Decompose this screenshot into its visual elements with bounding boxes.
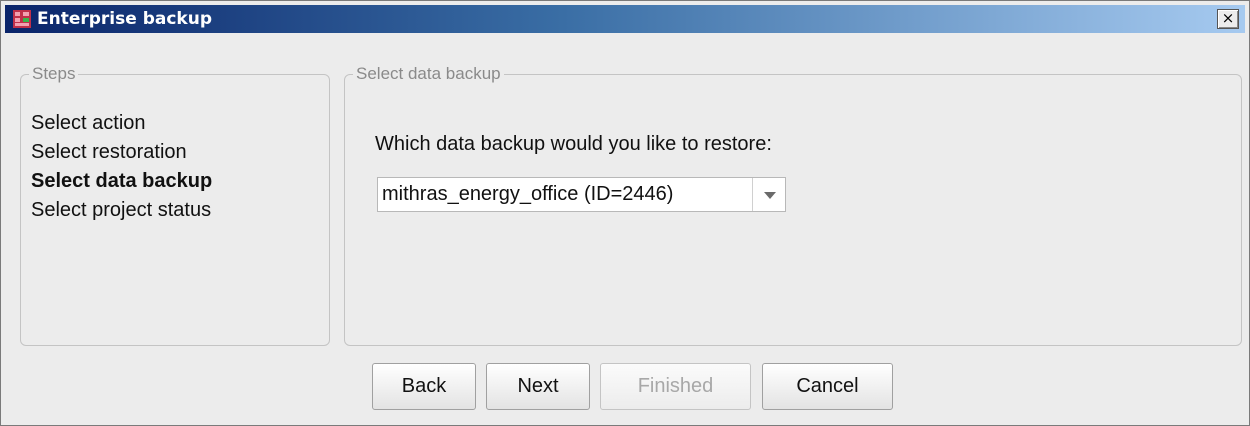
select-data-backup-panel: Select data backup Which data backup wou… bbox=[344, 64, 1242, 346]
cancel-button[interactable]: Cancel bbox=[762, 363, 893, 410]
title-bar[interactable]: Enterprise backup × bbox=[5, 5, 1245, 33]
back-button[interactable]: Back bbox=[372, 363, 476, 410]
step-select-data-backup: Select data backup bbox=[31, 170, 213, 192]
chevron-down-icon[interactable] bbox=[752, 178, 785, 211]
steps-legend: Steps bbox=[29, 64, 79, 84]
window-title: Enterprise backup bbox=[37, 9, 212, 29]
backup-legend: Select data backup bbox=[353, 64, 504, 84]
restore-question-label: Which data backup would you like to rest… bbox=[375, 133, 772, 155]
step-select-project-status: Select project status bbox=[31, 199, 212, 221]
step-list: Select action Select restoration Select … bbox=[31, 109, 212, 225]
step-select-restoration: Select restoration bbox=[31, 141, 187, 163]
close-button[interactable]: × bbox=[1217, 9, 1239, 29]
app-icon bbox=[13, 10, 31, 28]
data-backup-selected-value: mithras_energy_office (ID=2446) bbox=[382, 183, 674, 205]
enterprise-backup-dialog: Enterprise backup × Steps Select action … bbox=[0, 0, 1250, 426]
step-select-action: Select action bbox=[31, 112, 146, 134]
steps-panel: Steps Select action Select restoration S… bbox=[20, 64, 330, 346]
close-icon: × bbox=[1221, 9, 1235, 27]
next-button[interactable]: Next bbox=[486, 363, 590, 410]
data-backup-select[interactable]: mithras_energy_office (ID=2446) bbox=[377, 177, 786, 212]
finished-button: Finished bbox=[600, 363, 751, 410]
